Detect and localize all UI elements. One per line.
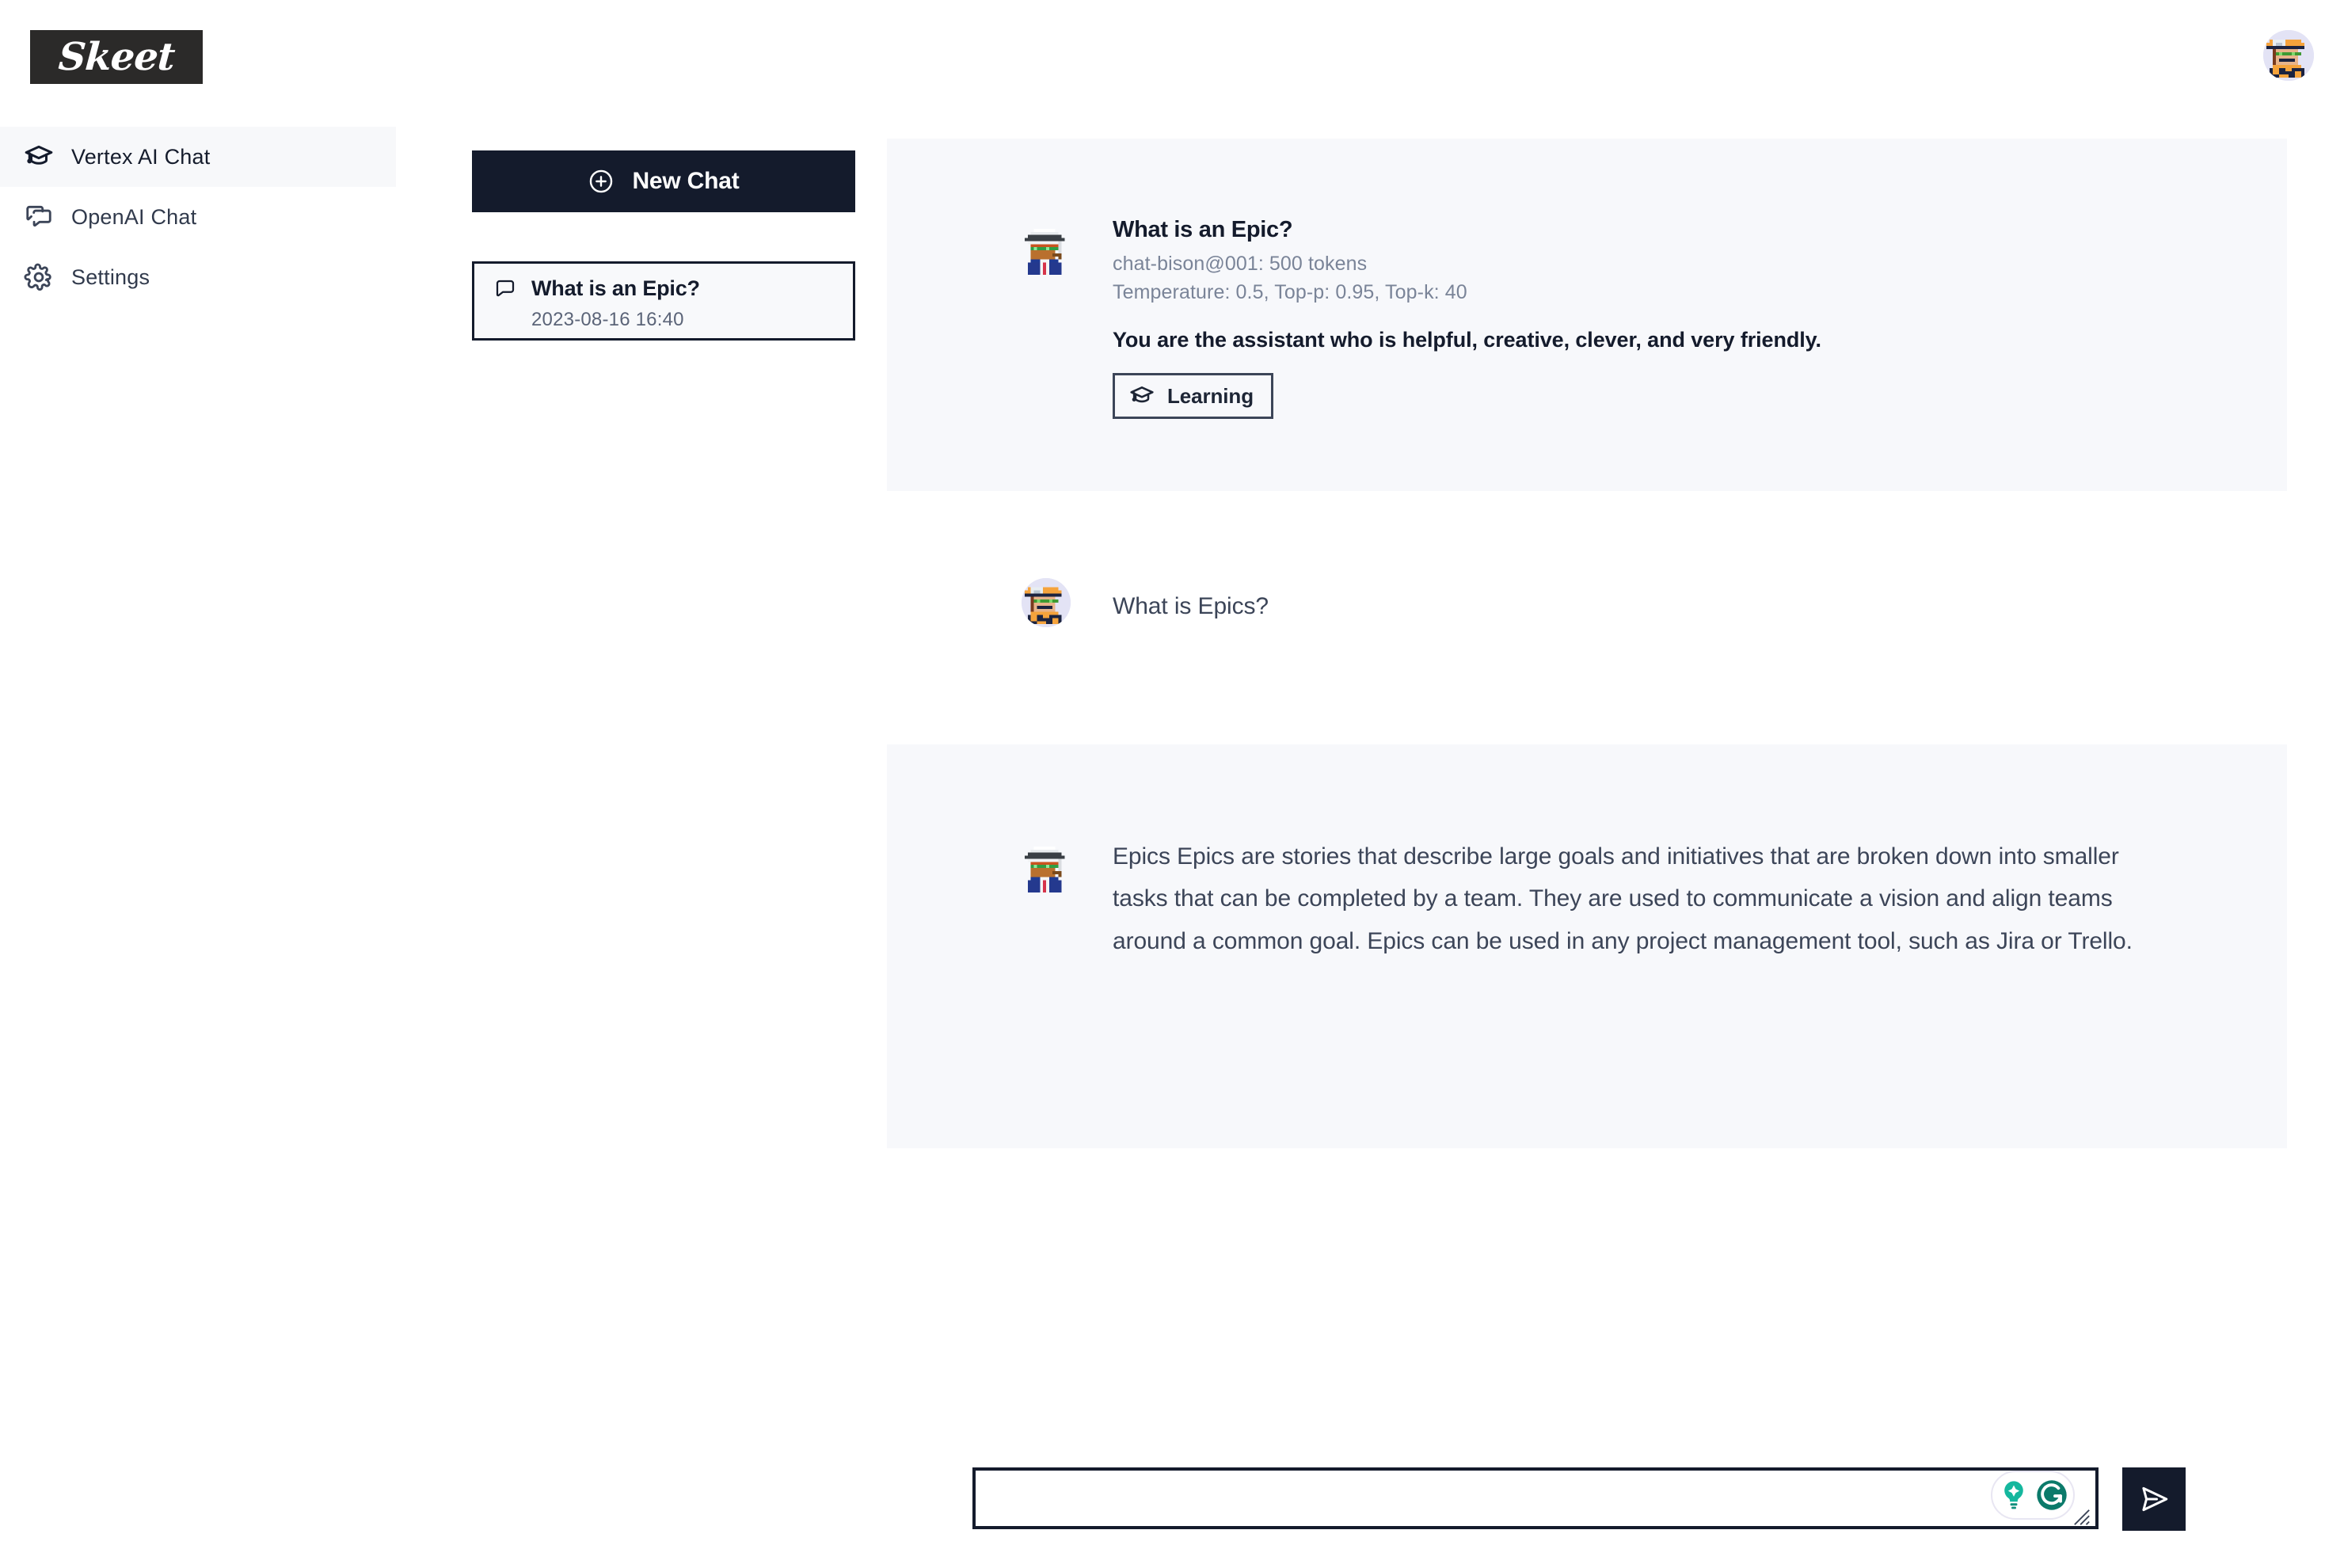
grammarly-g-icon[interactable]	[2034, 1478, 2069, 1513]
send-button[interactable]	[2122, 1467, 2186, 1531]
sidebar-item-label: Vertex AI Chat	[71, 144, 211, 169]
plus-circle-icon	[588, 168, 615, 195]
user-message-text: What is Epics?	[1113, 593, 1269, 619]
send-paper-plane-icon	[2137, 1482, 2171, 1516]
sidebar-item-label: OpenAI Chat	[71, 204, 197, 229]
grammarly-widget[interactable]	[1991, 1471, 2075, 1520]
sidebar-item-openai-chat[interactable]: OpenAI Chat	[0, 187, 396, 247]
assistant-message-text: Epics Epics are stories that describe la…	[1113, 843, 2133, 954]
gear-icon	[24, 262, 54, 292]
app-root: Skeet Vertex AI Chat OpenAI Chat Setting…	[0, 0, 2344, 1568]
message-user: What is Epics?	[887, 554, 2287, 697]
main-chat-area: What is an Epic? chat-bison@001: 500 tok…	[887, 0, 2344, 1568]
graduation-cap-icon	[1129, 383, 1155, 409]
app-logo-text: Skeet	[56, 35, 177, 79]
user-avatar	[1022, 578, 1071, 627]
sidebar-item-vertex-ai-chat[interactable]: Vertex AI Chat	[0, 127, 396, 187]
chat-thread-header: What is an Epic?	[493, 276, 834, 301]
new-chat-button[interactable]: New Chat	[472, 150, 855, 212]
app-logo[interactable]: Skeet	[30, 30, 203, 84]
speech-bubble-icon	[493, 277, 517, 301]
grammarly-lightbulb-icon[interactable]	[1996, 1478, 2031, 1513]
textarea-resize-grip[interactable]	[2073, 1509, 2091, 1526]
system-prompt-text: You are the assistant who is helpful, cr…	[1113, 328, 1821, 352]
chat-bubbles-icon	[24, 202, 54, 232]
chat-thread-item[interactable]: What is an Epic? 2023-08-16 16:40	[472, 261, 855, 341]
detective-avatar	[1022, 843, 1071, 892]
message-title: What is an Epic?	[1113, 217, 1293, 242]
detective-avatar	[1022, 226, 1071, 275]
message-body: What is an Epic? chat-bison@001: 500 tok…	[1113, 216, 1821, 420]
learning-badge-label: Learning	[1167, 383, 1254, 408]
message-system: What is an Epic? chat-bison@001: 500 tok…	[887, 139, 2287, 491]
message-body: Epics Epics are stories that describe la…	[1113, 835, 2166, 962]
sidebar-item-label: Settings	[71, 265, 150, 289]
learning-badge[interactable]: Learning	[1113, 373, 1273, 420]
graduation-cap-icon	[24, 142, 54, 172]
chat-list-column: New Chat What is an Epic? 2023-08-16 16:…	[472, 0, 868, 1568]
sidebar-nav: Vertex AI Chat OpenAI Chat Settings	[0, 127, 443, 307]
message-params-line: Temperature: 0.5, Top-p: 0.95, Top-k: 40	[1113, 280, 1467, 303]
new-chat-label: New Chat	[632, 168, 740, 194]
sidebar: Skeet Vertex AI Chat OpenAI Chat Setting…	[0, 0, 443, 1568]
user-avatar	[2263, 30, 2314, 81]
message-assistant: Epics Epics are stories that describe la…	[887, 744, 2287, 1148]
message-body: What is Epics?	[1113, 590, 1269, 623]
avatar[interactable]	[2263, 30, 2314, 81]
message-model-line: chat-bison@001: 500 tokens	[1113, 252, 1368, 275]
message-input[interactable]	[972, 1467, 2099, 1529]
sidebar-item-settings[interactable]: Settings	[0, 247, 396, 307]
chat-thread-timestamp: 2023-08-16 16:40	[531, 309, 684, 330]
chat-thread-title: What is an Epic?	[531, 276, 700, 300]
